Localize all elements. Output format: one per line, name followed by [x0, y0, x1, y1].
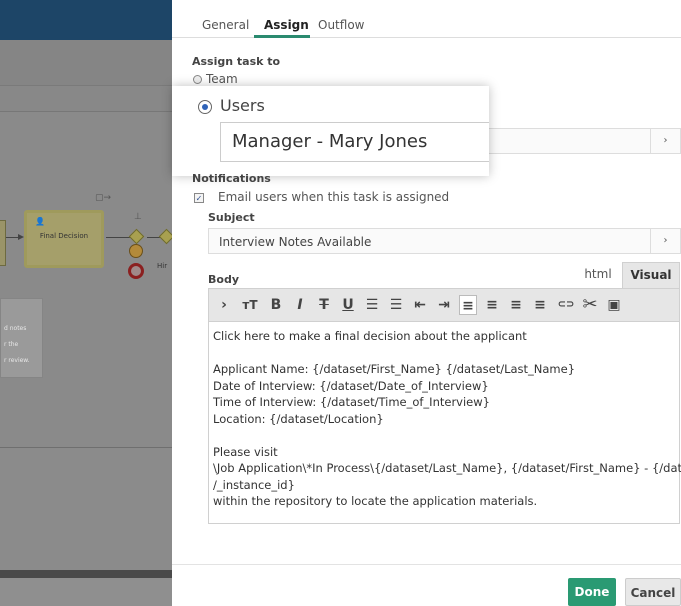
- strikethrough-icon[interactable]: T: [315, 295, 333, 315]
- body-line: Time of Interview: {/dataset/Time_of_Int…: [213, 395, 490, 409]
- body-line: within the repository to locate the appl…: [213, 494, 538, 508]
- bold-icon[interactable]: B: [267, 295, 285, 315]
- process-canvas-overlay: 👤 Final Decision ▢→ ⊥ Hir d notes r the …: [0, 0, 172, 606]
- note-line: r the: [4, 341, 19, 348]
- tab-general[interactable]: General: [202, 18, 249, 32]
- body-label: Body: [208, 273, 239, 286]
- align-left-icon[interactable]: ≡: [459, 295, 477, 315]
- canvas-bottom-area: [0, 578, 172, 606]
- subject-value: Interview Notes Available: [219, 235, 372, 249]
- email-users-checkbox[interactable]: ✓: [194, 193, 204, 203]
- font-size-icon[interactable]: тT: [239, 295, 261, 315]
- justify-icon[interactable]: ≡: [531, 295, 549, 315]
- process-lower-area: [0, 448, 172, 570]
- team-radio[interactable]: [193, 75, 202, 84]
- panel-footer: Done Cancel: [172, 564, 681, 606]
- subject-label: Subject: [208, 211, 255, 224]
- users-input[interactable]: Manager - Mary Jones: [220, 122, 489, 162]
- rich-text-toolbar: › тT B I T U ☰ ☰ ⇤ ⇥ ≡ ≡ ≡ ≡ ⊂⊃ ✂ ▣: [208, 288, 680, 322]
- email-users-label: Email users when this task is assigned: [218, 190, 450, 204]
- outdent-icon[interactable]: ⇤: [411, 295, 429, 315]
- note-shape: d notes r the r review.: [0, 298, 43, 378]
- chevron-right-icon[interactable]: ›: [650, 229, 680, 253]
- tab-html[interactable]: html: [574, 262, 622, 288]
- canvas-toolbar: [0, 40, 172, 86]
- indent-icon[interactable]: ⇥: [435, 295, 453, 315]
- panel-tabs: General Assign Outflow: [172, 0, 681, 38]
- body-line: Please visit: [213, 444, 278, 459]
- end-event: [128, 263, 144, 279]
- final-decision-task: 👤 Final Decision: [24, 210, 104, 268]
- hire-label: Hir: [157, 262, 168, 270]
- flow-line: [106, 237, 130, 238]
- notifications-heading: Notifications: [192, 172, 271, 185]
- body-line: /_instance_id}: [213, 477, 295, 492]
- timer-event: [129, 244, 143, 258]
- numbered-list-icon[interactable]: ☰: [387, 295, 405, 315]
- done-button[interactable]: Done: [568, 578, 616, 606]
- bullet-list-icon[interactable]: ☰: [363, 295, 381, 315]
- body-line: Click here to make a final decision abou…: [213, 329, 527, 343]
- tab-outflow[interactable]: Outflow: [318, 18, 364, 32]
- user-task-icon: 👤: [35, 217, 45, 226]
- cancel-button[interactable]: Cancel: [625, 578, 681, 606]
- italic-icon[interactable]: I: [291, 295, 309, 315]
- users-value: Manager - Mary Jones: [232, 131, 428, 152]
- cut-icon[interactable]: ✂: [581, 295, 599, 315]
- underline-icon[interactable]: U: [339, 295, 357, 315]
- process-pool: [0, 112, 172, 448]
- body-line: [213, 427, 675, 444]
- body-line: \Job Application\*In Process\{/dataset/L…: [213, 461, 681, 475]
- active-tab-indicator: [254, 35, 310, 38]
- previous-task-shape: [0, 220, 6, 266]
- tab-assign[interactable]: Assign: [264, 18, 309, 32]
- image-icon[interactable]: ▣: [605, 295, 623, 315]
- canvas-scrollbar: [0, 570, 172, 578]
- expand-icon[interactable]: ›: [215, 295, 233, 315]
- canvas-subbar: [0, 86, 172, 112]
- chevron-right-icon[interactable]: ›: [650, 129, 680, 153]
- tab-visual[interactable]: Visual: [622, 262, 680, 288]
- note-line: d notes: [4, 325, 27, 332]
- team-label: Team: [206, 72, 238, 86]
- assign-heading: Assign task to: [192, 55, 281, 68]
- annotation-icon: ▢→: [95, 193, 112, 203]
- app-header-bar: [0, 0, 172, 40]
- align-right-icon[interactable]: ≡: [507, 295, 525, 315]
- body-line: [213, 345, 675, 362]
- zoom-callout: Users Manager - Mary Jones: [172, 86, 489, 176]
- body-line: Date of Interview: {/dataset/Date_of_Int…: [213, 378, 489, 393]
- body-editor[interactable]: Click here to make a final decision abou…: [208, 322, 681, 524]
- task-label: Final Decision: [39, 232, 89, 240]
- task-properties-panel: General Assign Outflow Assign task to Te…: [172, 0, 681, 606]
- body-line: Location: {/dataset/Location}: [213, 411, 384, 426]
- body-line: Applicant Name: {/dataset/First_Name} {/…: [213, 362, 576, 376]
- subject-field[interactable]: Interview Notes Available ›: [208, 228, 681, 254]
- users-radio[interactable]: [198, 100, 212, 114]
- note-line: r review.: [4, 357, 30, 364]
- link-icon[interactable]: ⊂⊃: [555, 295, 577, 315]
- person-icon: ⊥: [134, 212, 142, 222]
- align-center-icon[interactable]: ≡: [483, 295, 501, 315]
- users-label: Users: [220, 96, 265, 115]
